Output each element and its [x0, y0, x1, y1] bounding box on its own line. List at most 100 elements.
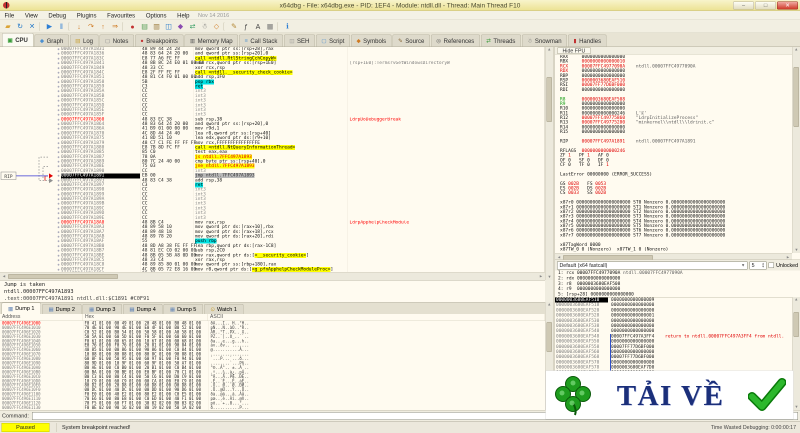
- toolbar-button-icon[interactable]: ↑: [97, 21, 109, 32]
- toolbar-button-icon[interactable]: ▶: [44, 21, 56, 32]
- toolbar-button-icon[interactable]: ✕: [26, 21, 38, 32]
- calling-convention-bar: Default (x64 fastcall) ▼ 5 ▲ ▼ Unlocked: [555, 259, 800, 271]
- toolbar-button-icon[interactable]: ⇄: [187, 21, 199, 32]
- toolbar-button-icon[interactable]: A: [252, 21, 264, 32]
- chevron-down-icon: ▼: [741, 263, 746, 268]
- tab-label: CPU: [15, 36, 28, 44]
- view-tab[interactable]: ▢ Notes: [99, 34, 134, 47]
- menu-item[interactable]: Favourites: [103, 12, 140, 19]
- view-tab[interactable]: ▢ Script: [315, 34, 350, 47]
- statusbar: Paused System breakpoint reached! Time W…: [0, 421, 800, 433]
- unlocked-checkbox[interactable]: [768, 262, 775, 268]
- toolbar-button-icon[interactable]: ◇: [211, 21, 223, 32]
- disasm-hscrollbar[interactable]: ◄ ►: [0, 272, 545, 280]
- command-label: Command:: [2, 412, 29, 419]
- view-tab[interactable]: ▣ CPU: [2, 33, 34, 47]
- argument-count-stepper[interactable]: 5 ▲ ▼: [749, 261, 767, 270]
- toolbar-button-icon[interactable]: ●: [127, 21, 139, 32]
- tab-icon: ≡: [244, 37, 248, 44]
- toolbar-button-icon[interactable]: ⇒: [109, 21, 121, 32]
- tab-icon: ●: [140, 37, 144, 44]
- menu-item[interactable]: Plugins: [72, 12, 101, 19]
- disasm-vscrollbar[interactable]: ▲ ▼: [545, 47, 553, 280]
- dump-tab-label: Dump 1: [15, 305, 35, 312]
- view-tab[interactable]: ◫ SEH: [283, 34, 315, 47]
- toolbar-button-icon[interactable]: ✎: [228, 21, 240, 32]
- arguments-view[interactable]: 1: rcx 00007FFC4977090A ntdll.00007FFC49…: [555, 270, 800, 298]
- menu-item[interactable]: File: [0, 12, 19, 19]
- hide-fpu-button[interactable]: Hide FPU: [557, 47, 591, 54]
- view-tab[interactable]: ◆ Graph: [34, 34, 69, 47]
- tab-icon: ⇄: [486, 38, 491, 44]
- stack-vscrollbar[interactable]: ▲ ▼: [792, 297, 800, 410]
- toolbar-button-icon[interactable]: [122, 21, 126, 31]
- menu-item[interactable]: Debug: [44, 12, 71, 19]
- toolbar-button-icon[interactable]: ◫: [163, 21, 175, 32]
- view-tab[interactable]: ◎ References: [430, 34, 480, 47]
- dump-col-ascii: ASCII: [208, 314, 545, 321]
- dump-tab[interactable]: ⊙ Watch 1: [203, 304, 244, 314]
- titlebar: x64dbg - File: x64dbg.exe - PID: 1EF4 - …: [0, 0, 800, 11]
- registers-view[interactable]: RAX 0000000000000000 RBX 0000000000000010…: [555, 55, 792, 253]
- toolbar-button-icon[interactable]: ↓: [73, 21, 85, 32]
- dump-tab[interactable]: ▦ Dump 1: [1, 302, 41, 314]
- disassembly-view[interactable]: ● 00007FFC497A1831 48 89 44 24 28 mov qw…: [0, 47, 545, 272]
- toolbar-button-icon[interactable]: ▦: [264, 21, 276, 32]
- dump-tab[interactable]: ▦ Dump 3: [82, 304, 122, 314]
- window-title: x64dbg - File: x64dbg.exe - PID: 1EF4 - …: [279, 1, 521, 10]
- view-tab[interactable]: ✎ Source: [392, 34, 430, 47]
- toolbar-button-icon[interactable]: ▰: [2, 21, 14, 32]
- tab-icon: ◫: [289, 38, 295, 44]
- status-message: System breakpoint reached!: [56, 422, 130, 432]
- view-tab[interactable]: ≡ Call Stack: [239, 34, 283, 47]
- tab-icon: ◎: [436, 38, 442, 44]
- toolbar-button-icon[interactable]: ↻: [14, 21, 26, 32]
- minimize-button[interactable]: –: [733, 1, 754, 10]
- view-tab[interactable]: ● Breakpoints: [134, 34, 184, 47]
- toolbar-button-icon[interactable]: ‖: [56, 21, 68, 32]
- dump-tab-label: Watch 1: [216, 306, 237, 313]
- dump-tab[interactable]: ▦ Dump 2: [41, 304, 82, 314]
- download-text: TẢI VỀ: [616, 378, 725, 412]
- dump-tab-label: Dump 5: [177, 306, 197, 313]
- view-tab[interactable]: ⇄ Threads: [480, 34, 521, 47]
- close-button[interactable]: ✕: [777, 1, 798, 10]
- view-tab[interactable]: ▥ Memory Map: [184, 34, 239, 47]
- toolbar-button-icon[interactable]: [39, 21, 43, 31]
- registers-vscrollbar[interactable]: ▲ ▼: [792, 47, 800, 253]
- view-tab[interactable]: ▮ Handles: [568, 34, 607, 47]
- tab-label: Memory Map: [197, 37, 233, 45]
- toolbar-button-icon[interactable]: [68, 21, 73, 31]
- dump-tabbar: ▦ Dump 1 ▦ Dump 2 ▦ Dump 3 ▦ Dump 4 ▦ Du…: [0, 302, 545, 314]
- tab-label: SEH: [297, 37, 310, 45]
- dump-tab[interactable]: ▦ Dump 4: [122, 304, 163, 314]
- toolbar-button-icon[interactable]: ☃: [199, 21, 211, 32]
- dump-tab[interactable]: ▦ Dump 5: [163, 304, 203, 314]
- toolbar-button-icon[interactable]: ℹ: [282, 21, 294, 32]
- view-tab[interactable]: ☃ Snowman: [521, 34, 568, 47]
- menu-item[interactable]: View: [20, 12, 42, 19]
- toolbar-button-icon[interactable]: [277, 21, 281, 31]
- view-tab[interactable]: ◆ Symbols: [350, 34, 392, 47]
- tab-icon: ▥: [189, 38, 196, 44]
- toolbar-button-icon[interactable]: ▤: [139, 21, 151, 32]
- tab-label: References: [443, 37, 475, 45]
- tab-label: Call Stack: [250, 37, 278, 45]
- toolbar-button-icon[interactable]: ↷: [85, 21, 97, 32]
- registers-header: Hide FPU: [555, 47, 800, 55]
- calling-convention-select[interactable]: Default (x64 fastcall) ▼: [557, 261, 748, 270]
- hex-dump-view[interactable]: 00007FFC496E1000 F0 41 01 00 00 49 01 00 2…: [0, 321, 545, 410]
- menu-item[interactable]: Help: [173, 12, 194, 19]
- tab-label: Snowman: [534, 37, 562, 45]
- clover-icon: [555, 376, 591, 416]
- view-tab[interactable]: ▤ Log: [69, 34, 99, 47]
- toolbar-button-icon[interactable]: ◆: [175, 21, 187, 32]
- toolbar-button-icon[interactable]: ▥: [151, 21, 163, 32]
- register-row[interactable]: x87TW_0 0 (Nonzero) x87TW_1 0 (Nonzero): [560, 247, 792, 253]
- menu-item[interactable]: Options: [141, 12, 171, 19]
- toolbar-button-icon[interactable]: [223, 21, 228, 31]
- menubar: File View Debug Plugins Favourites Optio…: [0, 11, 800, 20]
- download-overlay[interactable]: TẢI VỀ: [546, 371, 793, 419]
- toolbar-button-icon[interactable]: ƒ: [240, 21, 252, 32]
- maximize-button[interactable]: □: [755, 1, 776, 10]
